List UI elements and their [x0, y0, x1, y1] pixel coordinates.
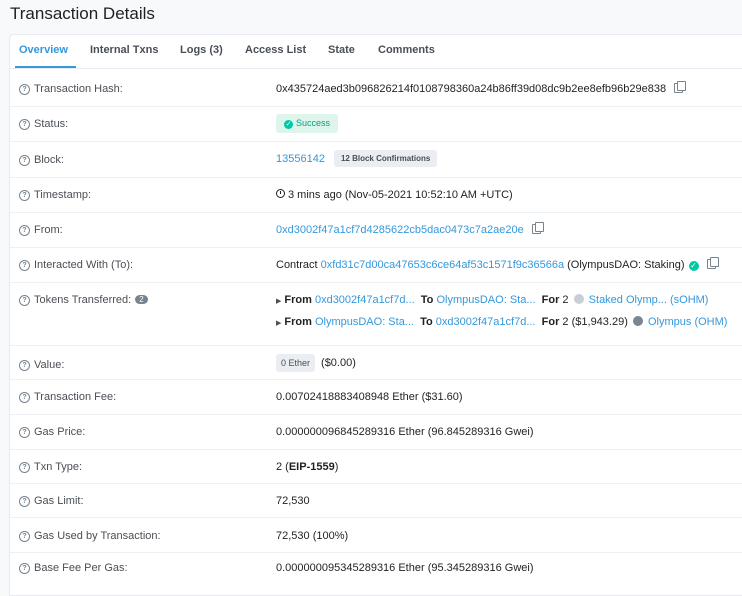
transfer-to-link[interactable]: 0xd3002f47a1cf7d...	[436, 316, 536, 328]
row-value: ? Value: 0 Ether ($0.00)	[10, 345, 742, 380]
gas-price-label: Gas Price:	[34, 426, 86, 438]
timestamp-value: 3 mins ago (Nov-05-2021 10:52:10 AM +UTC…	[288, 189, 513, 201]
row-interacted-with: ? Interacted With (To): Contract 0xfd31c7…	[10, 247, 742, 283]
txn-type-suffix: )	[334, 461, 339, 473]
gas-used-value: 72,530 (100%)	[276, 530, 349, 542]
help-icon[interactable]: ?	[19, 531, 30, 542]
token-link[interactable]: Olympus (OHM)	[648, 316, 727, 328]
ohm-token-icon	[632, 316, 643, 326]
copy-icon[interactable]	[531, 222, 544, 234]
tx-hash-label: Transaction Hash:	[34, 83, 123, 95]
active-tab-indicator	[15, 66, 76, 68]
transfer-from-link[interactable]: OlympusDAO: Sta...	[315, 316, 414, 328]
row-gas-used: ? Gas Used by Transaction: 72,530 (100%)	[10, 517, 742, 553]
status-value: Success	[296, 118, 331, 128]
block-label: Block:	[34, 154, 64, 166]
value-usd: ($0.00)	[321, 357, 356, 369]
status-badge: ✓ Success	[276, 114, 339, 133]
transfer-to-link[interactable]: OlympusDAO: Sta...	[436, 294, 535, 306]
help-icon[interactable]: ?	[19, 119, 30, 130]
check-circle-icon: ✓	[284, 120, 293, 129]
contract-address-link[interactable]: 0xfd31c7d00ca47653c6ce64af53c1571f9c3656…	[321, 259, 564, 271]
ether-value-badge: 0 Ether	[276, 354, 316, 372]
help-icon[interactable]: ?	[19, 563, 30, 574]
verified-check-icon: ✓	[688, 261, 699, 271]
block-number-link[interactable]: 13556142	[276, 153, 325, 165]
row-gas-price: ? Gas Price: 0.000000096845289316 Ether (…	[10, 414, 742, 450]
help-icon[interactable]: ?	[19, 427, 30, 438]
row-status: ? Status: ✓ Success	[10, 106, 742, 142]
gas-limit-label: Gas Limit:	[34, 495, 84, 507]
help-icon[interactable]: ?	[19, 260, 30, 271]
caret-right-icon: ▶	[276, 298, 282, 305]
interacted-label: Interacted With (To):	[34, 259, 134, 271]
txn-type-label: Txn Type:	[34, 461, 83, 473]
contract-name: (OlympusDAO: Staking)	[567, 259, 685, 271]
token-transfer-1: ▶ From 0xd3002f47a1cf7d... To OlympusDAO:…	[276, 294, 709, 306]
txn-type-prefix: 2 (	[276, 461, 289, 473]
help-icon[interactable]: ?	[19, 462, 30, 473]
transaction-page: Transaction Details Overview Internal Tx…	[0, 0, 742, 596]
row-timestamp: ? Timestamp: 3 mins ago (Nov-05-2021 10:5…	[10, 177, 742, 213]
help-icon[interactable]: ?	[19, 84, 30, 95]
help-icon[interactable]: ?	[19, 295, 30, 306]
help-icon[interactable]: ?	[19, 496, 30, 507]
tab-internal-txns[interactable]: Internal Txns	[90, 44, 158, 56]
gas-used-label: Gas Used by Transaction:	[34, 530, 161, 542]
details-card: Overview Internal Txns Logs (3) Access L…	[9, 34, 742, 596]
tab-comments[interactable]: Comments	[378, 44, 435, 56]
row-base-fee: ? Base Fee Per Gas: 0.000000095345289316 …	[10, 552, 742, 588]
row-txn-type: ? Txn Type: 2 (EIP-1559)	[10, 449, 742, 484]
from-label: From:	[34, 224, 63, 236]
gas-price-value: 0.000000096845289316 Ether (96.845289316…	[276, 426, 534, 438]
timestamp-label: Timestamp:	[34, 189, 92, 201]
value-label: Value:	[34, 359, 65, 371]
token-transfer-2: ▶ From OlympusDAO: Sta... To 0xd3002f47a1…	[276, 316, 728, 328]
transfer-amount: 2	[562, 294, 569, 306]
contract-prefix: Contract	[276, 259, 318, 271]
transfer-amount: 2	[562, 316, 569, 328]
base-fee-value: 0.000000095345289316 Ether (95.345289316…	[276, 562, 534, 574]
gas-limit-value: 72,530	[276, 495, 310, 507]
status-label: Status:	[34, 118, 69, 130]
row-gas-limit: ? Gas Limit: 72,530	[10, 483, 742, 518]
tx-hash-value: 0x435724aed3b096826214f0108798360a24b86f…	[276, 83, 667, 95]
from-address-link[interactable]: 0xd3002f47a1cf7d4285622cb5dac0473c7a2ae2…	[276, 224, 524, 236]
fee-label: Transaction Fee:	[34, 391, 117, 403]
row-fee: ? Transaction Fee: 0.00702418883408948 Et…	[10, 379, 742, 415]
tab-access-list[interactable]: Access List	[245, 44, 306, 56]
row-tx-hash: ? Transaction Hash: 0x435724aed3b09682621…	[10, 70, 742, 107]
transfer-usd: ($1,943.29)	[571, 316, 628, 328]
page-title: Transaction Details	[10, 4, 155, 23]
help-icon[interactable]: ?	[19, 225, 30, 236]
help-icon[interactable]: ?	[19, 190, 30, 201]
tab-overview[interactable]: Overview	[19, 44, 68, 56]
base-fee-label: Base Fee Per Gas:	[34, 562, 128, 574]
row-block: ? Block: 13556142 12 Block Confirmations	[10, 141, 742, 178]
copy-icon[interactable]	[674, 81, 687, 93]
copy-icon[interactable]	[706, 257, 719, 269]
token-count-badge: 2	[135, 295, 148, 304]
token-link[interactable]: Staked Olymp... (sOHM)	[589, 294, 709, 306]
tab-bar: Overview Internal Txns Logs (3) Access L…	[10, 35, 742, 69]
confirmations-badge: 12 Block Confirmations	[333, 150, 438, 167]
txn-type-value: EIP-1559	[288, 461, 335, 473]
row-tokens-transferred: ? Tokens Transferred: 2 ▶ From 0xd3002f47a1…	[10, 282, 742, 346]
fee-value: 0.00702418883408948 Ether ($31.60)	[276, 391, 463, 403]
help-icon[interactable]: ?	[19, 155, 30, 166]
sohm-token-icon	[573, 294, 584, 304]
tokens-label: Tokens Transferred:	[34, 294, 132, 306]
tab-state[interactable]: State	[328, 44, 355, 56]
help-icon[interactable]: ?	[19, 392, 30, 403]
clock-icon	[276, 189, 285, 198]
tab-logs[interactable]: Logs (3)	[180, 44, 223, 56]
help-icon[interactable]: ?	[19, 360, 30, 371]
row-from: ? From: 0xd3002f47a1cf7d4285622cb5dac0473…	[10, 212, 742, 248]
caret-right-icon: ▶	[276, 320, 282, 327]
transfer-from-link[interactable]: 0xd3002f47a1cf7d...	[315, 294, 415, 306]
